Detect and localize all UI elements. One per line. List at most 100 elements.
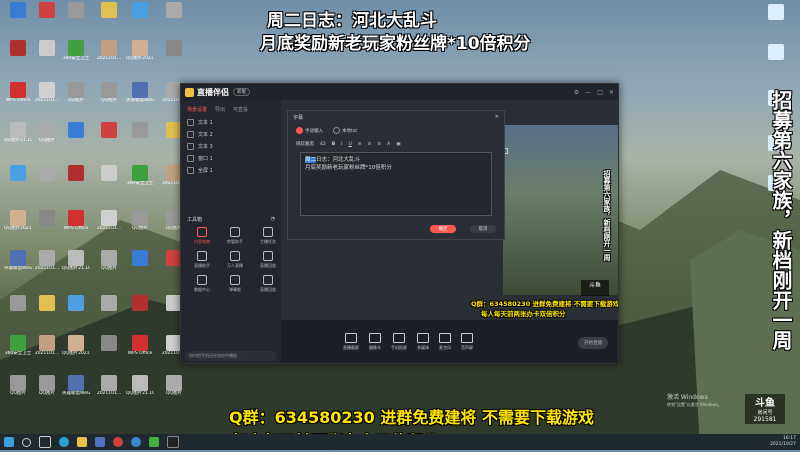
- desktop-shortcut[interactable]: QQ图片: [160, 375, 188, 405]
- live-companion-taskbar-icon[interactable]: [167, 436, 179, 448]
- desktop-shortcut[interactable]: [4, 165, 32, 195]
- align-left-icon[interactable]: ≡: [358, 142, 362, 147]
- store-icon[interactable]: [95, 437, 105, 447]
- desktop-shortcut[interactable]: [33, 210, 61, 240]
- desktop-shortcut[interactable]: 2021101...: [95, 210, 123, 240]
- toolbox-more-icon[interactable]: ◔: [271, 216, 275, 223]
- desktop-shortcut[interactable]: [33, 165, 61, 195]
- color-icon[interactable]: A: [387, 142, 390, 147]
- desktop-shortcut[interactable]: QQ图片: [33, 375, 61, 405]
- desktop-shortcut[interactable]: [33, 295, 61, 325]
- desktop-shortcut[interactable]: [95, 335, 123, 365]
- desktop-shortcut[interactable]: [62, 122, 90, 152]
- minimize-icon[interactable]: —: [585, 89, 591, 96]
- desktop-shortcut[interactable]: QQ图片: [95, 250, 123, 280]
- source-item[interactable]: 全屏 1: [181, 164, 281, 176]
- underline-icon[interactable]: U: [349, 142, 352, 147]
- desktop-shortcut[interactable]: 2021101...: [95, 375, 123, 405]
- toolbox-item[interactable]: 数据中心: [187, 275, 217, 293]
- visibility-icon[interactable]: [187, 130, 194, 138]
- source-item[interactable]: 文本 1: [181, 116, 281, 128]
- desktop-shortcut[interactable]: [126, 295, 154, 325]
- desktop-shortcut[interactable]: 2021101...: [33, 250, 61, 280]
- desktop-shortcut[interactable]: [126, 122, 154, 152]
- desktop-shortcut[interactable]: [95, 165, 123, 195]
- desktop-shortcut[interactable]: [126, 250, 154, 280]
- desktop-shortcut[interactable]: [62, 2, 90, 32]
- system-tray[interactable]: 16:17 2021/10/27: [770, 436, 796, 448]
- desktop-shortcut[interactable]: QQ图片2021101...: [4, 210, 32, 240]
- desktop-shortcut[interactable]: 360安全卫士: [126, 165, 154, 195]
- toolbox-item[interactable]: 主播任务: [253, 227, 283, 245]
- desktop-shortcut[interactable]: QQ图片: [95, 82, 123, 112]
- align-right-icon[interactable]: ≡: [377, 142, 381, 147]
- ok-button[interactable]: 确定: [430, 225, 456, 233]
- visibility-icon[interactable]: [187, 142, 194, 150]
- italic-icon[interactable]: I: [341, 142, 342, 147]
- chrome-icon[interactable]: [113, 437, 123, 447]
- desktop-shortcut[interactable]: [33, 40, 61, 70]
- desktop-shortcut[interactable]: QQ图片: [4, 375, 32, 405]
- version-badge[interactable]: 新版: [233, 88, 250, 96]
- desktop-shortcut[interactable]: [4, 40, 32, 70]
- source-item[interactable]: 文本 3: [181, 140, 281, 152]
- desktop-shortcut[interactable]: WPS Office: [4, 82, 32, 112]
- close-icon[interactable]: ✕: [609, 89, 614, 96]
- font-select[interactable]: 微软雅黑: [296, 141, 314, 147]
- desktop-file-icon[interactable]: [762, 44, 790, 74]
- toolbox-item[interactable]: 直播助手: [187, 251, 217, 269]
- desktop-shortcut[interactable]: 英雄联盟WeGame版: [126, 82, 154, 112]
- desktop-shortcut[interactable]: QQ图片: [126, 210, 154, 240]
- desktop-shortcut[interactable]: QQ图片21.10.13: [4, 122, 32, 152]
- task-view-icon[interactable]: [39, 436, 51, 448]
- source-item[interactable]: 文本 2: [181, 128, 281, 140]
- desktop-shortcut[interactable]: WPS Office: [62, 210, 90, 240]
- bottom-toolbar-button[interactable]: 直播截屏: [343, 333, 359, 351]
- desktop-shortcut[interactable]: 2021101...: [95, 40, 123, 70]
- edge-icon[interactable]: [59, 437, 69, 447]
- bottom-toolbar-button[interactable]: 音声屏: [461, 333, 473, 351]
- search-icon[interactable]: [22, 437, 31, 447]
- toolbox-item[interactable]: 直播回放: [253, 251, 283, 269]
- wechat-icon[interactable]: [149, 437, 159, 447]
- desktop-file-icon[interactable]: [762, 4, 790, 34]
- desktop-shortcut[interactable]: [95, 122, 123, 152]
- subtitle-text-area[interactable]: 周二日志：河北大乱斗 月底奖励新老玩家粉丝牌*10倍积分: [300, 152, 492, 216]
- desktop-shortcut[interactable]: QQ图片21.10.13: [62, 250, 90, 280]
- desktop-shortcut[interactable]: [126, 2, 154, 32]
- qq-icon[interactable]: [131, 437, 141, 447]
- desktop-shortcut[interactable]: 英雄联盟WeGame版: [62, 375, 90, 405]
- bg-color-icon[interactable]: ▣: [396, 142, 400, 147]
- file-explorer-icon[interactable]: [77, 437, 87, 447]
- desktop-shortcut[interactable]: 2021101...: [33, 335, 61, 365]
- desktop-shortcut[interactable]: [160, 40, 188, 70]
- bottom-toolbar-button[interactable]: 摄像头: [369, 333, 381, 351]
- tab-scene[interactable]: 场景设置: [187, 106, 207, 113]
- help-hint[interactable]: 如何把手机还在加倍中播放...: [185, 351, 277, 361]
- toolbox-item[interactable]: 弹幕姬: [220, 275, 250, 293]
- tab-direct[interactable]: 可直投: [233, 106, 248, 113]
- desktop-shortcut[interactable]: QQ图片2021101...: [126, 40, 154, 70]
- toolbox-item[interactable]: 直播回放: [253, 275, 283, 293]
- source-item[interactable]: 窗口 1: [181, 152, 281, 164]
- visibility-icon[interactable]: [187, 166, 194, 174]
- desktop-shortcut[interactable]: [4, 295, 32, 325]
- visibility-icon[interactable]: [187, 154, 194, 162]
- cancel-button[interactable]: 取消: [470, 225, 496, 233]
- desktop-shortcut[interactable]: [95, 295, 123, 325]
- maximize-icon[interactable]: □: [597, 89, 603, 96]
- desktop-shortcut[interactable]: QQ图片: [33, 122, 61, 152]
- desktop-shortcut[interactable]: QQ图片: [62, 82, 90, 112]
- desktop-shortcut[interactable]: 2021101...: [33, 82, 61, 112]
- desktop-shortcut[interactable]: 360安全卫士: [4, 335, 32, 365]
- bold-icon[interactable]: B: [332, 142, 335, 147]
- toolbox-item[interactable]: 抖音电商: [187, 227, 217, 245]
- visibility-icon[interactable]: [187, 118, 194, 126]
- start-live-button[interactable]: 开始直播: [578, 337, 608, 349]
- desktop-shortcut[interactable]: [95, 2, 123, 32]
- desktop-shortcut[interactable]: [62, 165, 90, 195]
- font-size-select[interactable]: 42: [320, 142, 326, 147]
- bottom-toolbar-button[interactable]: 多媒体: [417, 333, 429, 351]
- desktop-shortcut[interactable]: QQ图片21.10.13: [126, 375, 154, 405]
- align-center-icon[interactable]: ≡: [368, 142, 372, 147]
